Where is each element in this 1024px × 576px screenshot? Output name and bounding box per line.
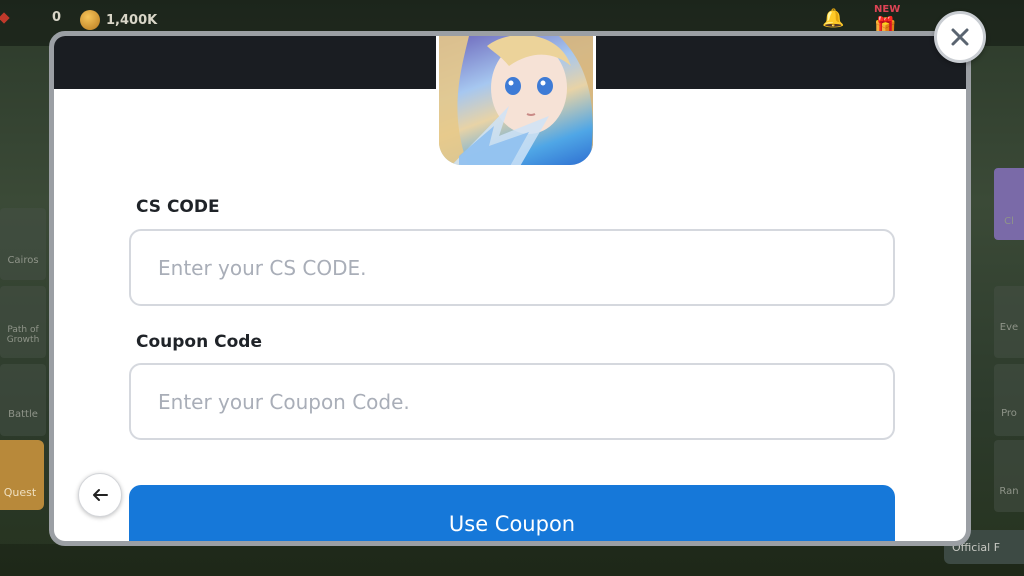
coin-icon <box>80 10 100 30</box>
coupon-code-label: Coupon Code <box>136 332 262 352</box>
coin-count: 1,400K <box>106 12 158 28</box>
close-button[interactable] <box>934 11 986 63</box>
menu-cairos-label: Cairos <box>7 255 39 266</box>
menu-battle-label: Battle <box>8 409 38 420</box>
menu-right-3-label: Pro <box>1001 408 1017 419</box>
menu-right-3 <box>994 364 1024 436</box>
gem-count: 0 <box>52 10 62 25</box>
coin-currency: 1,400K <box>80 10 157 30</box>
game-avatar-image <box>436 36 596 168</box>
use-coupon-button[interactable]: Use Coupon <box>129 485 895 541</box>
game-bottom-bar <box>0 544 1024 576</box>
menu-right-1 <box>994 168 1024 240</box>
menu-path-label: Path of Growth <box>6 325 40 345</box>
new-badge: NEW <box>874 4 901 15</box>
menu-right-2-label: Eve <box>999 322 1019 333</box>
menu-quest <box>0 440 44 510</box>
coupon-code-input[interactable] <box>129 363 895 440</box>
menu-quest-label: Quest <box>3 486 37 499</box>
gem-icon <box>0 11 10 24</box>
menu-right-4 <box>994 440 1024 512</box>
cs-code-input[interactable] <box>129 229 895 306</box>
menu-right-1-label: Cl <box>1004 216 1014 227</box>
gem-currency: 0 <box>0 10 61 25</box>
arrow-left-icon <box>93 489 108 501</box>
menu-cairos <box>0 208 46 280</box>
menu-path-of-growth <box>0 286 46 358</box>
close-icon <box>951 28 969 46</box>
cs-code-label: CS CODE <box>136 197 220 217</box>
bell-icon: 🔔 <box>822 8 845 29</box>
back-button[interactable] <box>78 473 122 517</box>
menu-battle <box>0 364 46 436</box>
menu-right-4-label: Ran <box>999 486 1019 497</box>
avatar-illustration <box>439 36 593 165</box>
coupon-dialog: CS CODE Coupon Code Use Coupon <box>49 31 971 546</box>
